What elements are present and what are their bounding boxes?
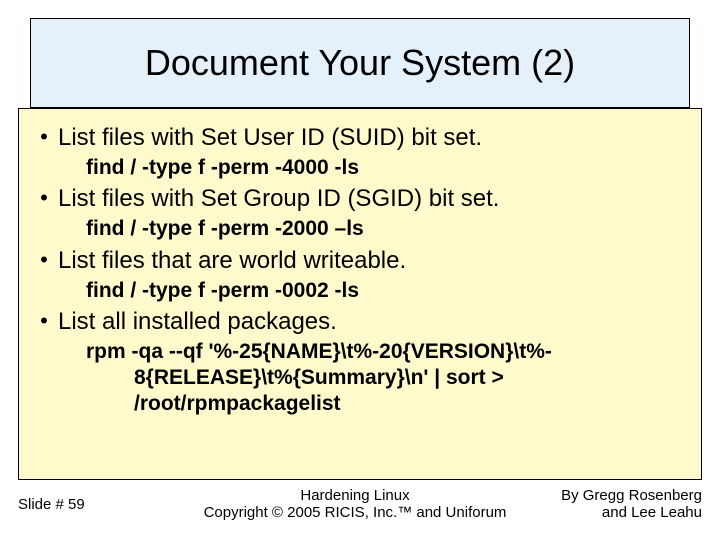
slide: Document Your System (2) • List files wi… xyxy=(0,0,720,540)
bullet-1-command: find / -type f -perm -4000 -ls xyxy=(86,155,690,181)
bullet-2: • List files with Set Group ID (SGID) bi… xyxy=(30,184,690,214)
footer-center-line1: Hardening Linux xyxy=(178,487,532,504)
footer-center: Hardening Linux Copyright © 2005 RICIS, … xyxy=(178,487,532,522)
footer-center-line2: Copyright © 2005 RICIS, Inc.™ and Unifor… xyxy=(178,504,532,521)
bullet-3: • List files that are world writeable. xyxy=(30,246,690,276)
bullet-dot: • xyxy=(30,123,58,151)
bullet-4-command-line1: rpm -qa --qf '%-25{NAME}\t%-20{VERSION}\… xyxy=(86,339,690,365)
bullet-1-text: List files with Set User ID (SUID) bit s… xyxy=(58,123,690,153)
title-box: Document Your System (2) xyxy=(30,18,690,108)
slide-title: Document Your System (2) xyxy=(145,42,575,84)
bullet-3-text: List files that are world writeable. xyxy=(58,246,690,276)
bullet-4-command-line2: 8{RELEASE}\t%{Summary}\n' | sort > xyxy=(86,365,690,391)
slide-footer: Slide # 59 Hardening Linux Copyright © 2… xyxy=(18,482,702,526)
footer-slide-number: Slide # 59 xyxy=(18,496,178,513)
bullet-1: • List files with Set User ID (SUID) bit… xyxy=(30,123,690,153)
footer-authors: By Gregg Rosenberg and Lee Leahu xyxy=(532,487,702,522)
bullet-3-command: find / -type f -perm -0002 -ls xyxy=(86,278,690,304)
footer-right-line2: and Lee Leahu xyxy=(532,504,702,521)
bullet-4: • List all installed packages. xyxy=(30,307,690,337)
slide-content: • List files with Set User ID (SUID) bit… xyxy=(30,120,690,418)
bullet-2-command: find / -type f -perm -2000 –ls xyxy=(86,216,690,242)
bullet-4-command-line3: /root/rpmpackagelist xyxy=(86,391,690,417)
bullet-dot: • xyxy=(30,184,58,212)
bullet-4-text: List all installed packages. xyxy=(58,307,690,337)
bullet-2-text: List files with Set Group ID (SGID) bit … xyxy=(58,184,690,214)
bullet-dot: • xyxy=(30,307,58,335)
bullet-dot: • xyxy=(30,246,58,274)
footer-right-line1: By Gregg Rosenberg xyxy=(532,487,702,504)
